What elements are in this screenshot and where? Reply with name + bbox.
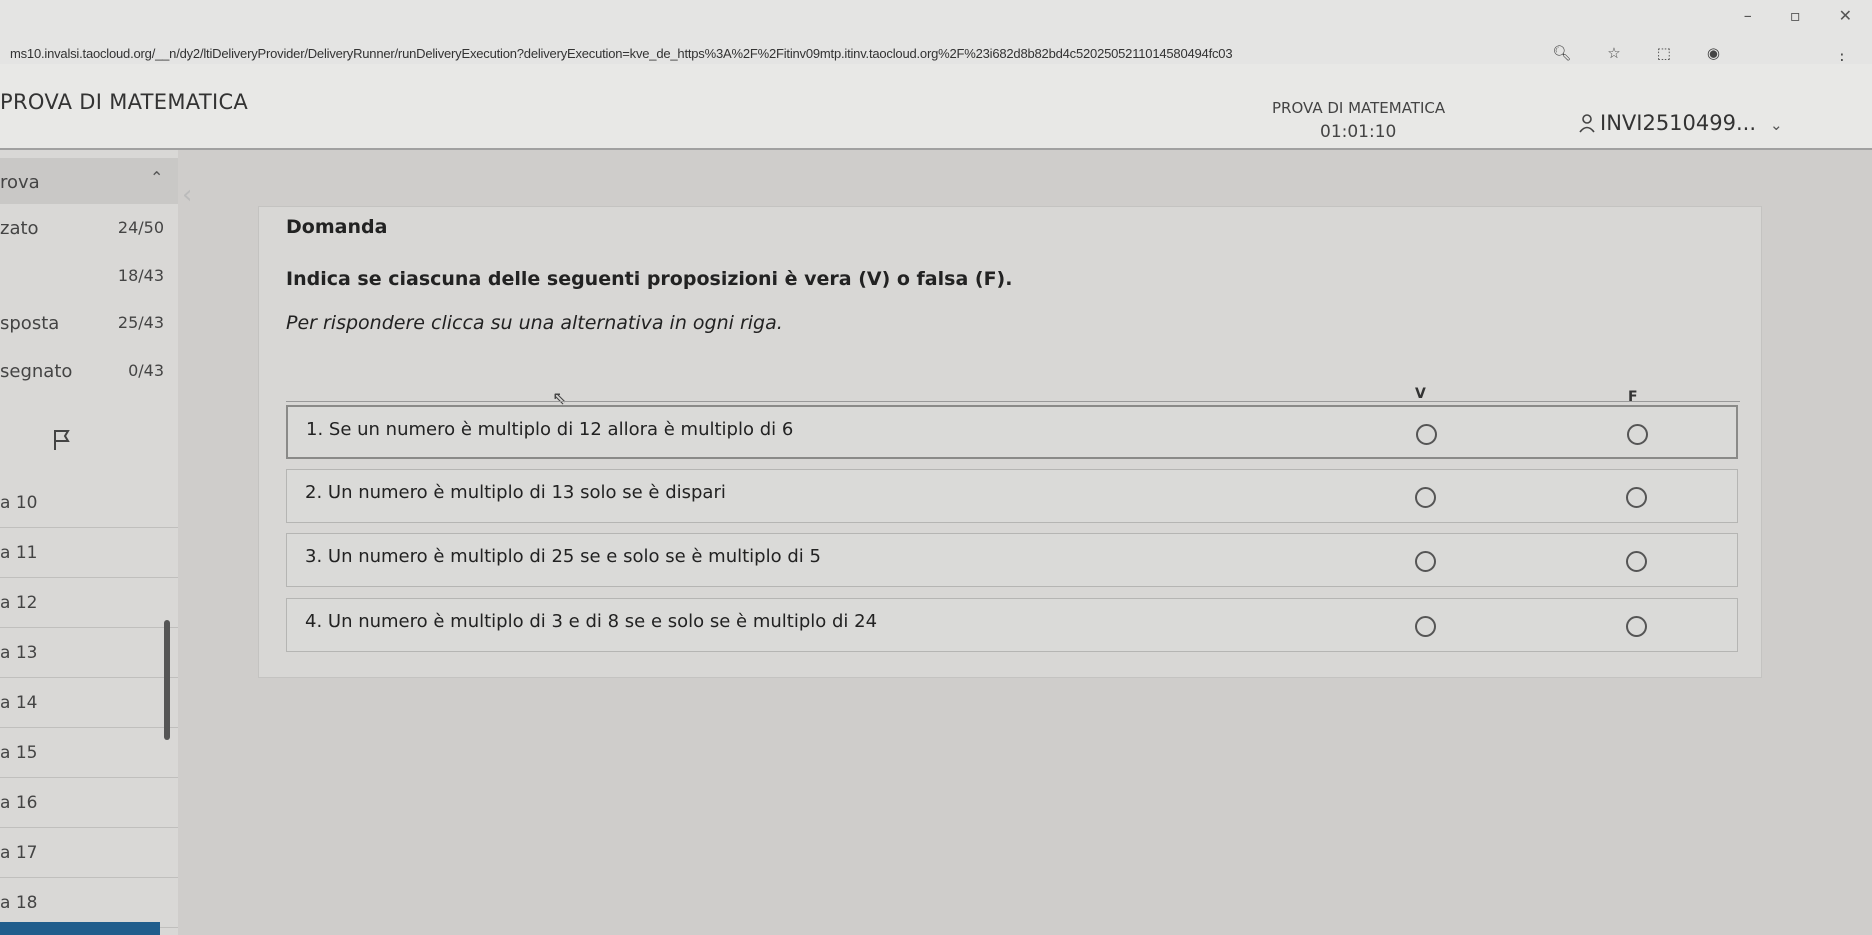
stat-value: 25/43 bbox=[117, 313, 164, 332]
statement-row: 4. Un numero è multiplo di 3 e di 8 se e… bbox=[286, 598, 1738, 652]
statement-row: 1. Se un numero è multiplo di 12 allora … bbox=[286, 405, 1738, 459]
stat-row: 18/43 bbox=[0, 266, 178, 306]
sidebar-item-question[interactable]: a 10 bbox=[0, 478, 178, 528]
sidebar-item-label: a 13 bbox=[0, 642, 38, 663]
sidebar-item-question[interactable]: a 13 bbox=[0, 628, 178, 678]
address-bar-icons: 🔍︎ ☆ ⬚ ◉ bbox=[1552, 44, 1720, 62]
zoom-icon[interactable]: 🔍︎ bbox=[1552, 44, 1571, 62]
minimize-icon[interactable]: – bbox=[1744, 6, 1752, 25]
sidebar: rova ⌃ zato 24/50 18/43 sposta 25/43 seg… bbox=[0, 150, 178, 935]
question-heading: Domanda bbox=[286, 216, 388, 238]
radio-false[interactable] bbox=[1626, 551, 1647, 572]
window-controls: – ▫ ✕ bbox=[1744, 6, 1852, 25]
sidebar-footer-bar bbox=[0, 922, 160, 935]
sidebar-item-question[interactable]: a 14 bbox=[0, 678, 178, 728]
section-title: PROVA DI MATEMATICA bbox=[1272, 99, 1446, 117]
radio-true[interactable] bbox=[1415, 616, 1436, 637]
question-instruction: Per rispondere clicca su una alternativa… bbox=[286, 312, 783, 334]
profile-icon[interactable]: ◉ bbox=[1707, 44, 1720, 62]
sidebar-item-label: a 16 bbox=[0, 792, 38, 813]
column-header-true: V bbox=[1415, 386, 1426, 402]
restore-icon[interactable]: ▫ bbox=[1790, 6, 1801, 25]
stat-value: 24/50 bbox=[117, 218, 164, 237]
stat-row: segnato 0/43 bbox=[0, 361, 178, 401]
bookmark-star-icon[interactable]: ☆ bbox=[1607, 44, 1620, 62]
sidebar-section-header[interactable]: rova ⌃ bbox=[0, 158, 178, 204]
chevron-down-icon[interactable]: ⌄ bbox=[1770, 116, 1783, 134]
stat-label: zato bbox=[0, 218, 39, 239]
statement-text: 3. Un numero è multiplo di 25 se e solo … bbox=[305, 546, 821, 567]
sidebar-item-label: a 10 bbox=[0, 492, 38, 513]
stat-value: 0/43 bbox=[128, 361, 164, 380]
statement-text: 2. Un numero è multiplo di 13 solo se è … bbox=[305, 482, 726, 503]
statement-row: 2. Un numero è multiplo di 13 solo se è … bbox=[286, 469, 1738, 523]
close-icon[interactable]: ✕ bbox=[1839, 6, 1852, 25]
sidebar-item-label: a 15 bbox=[0, 742, 38, 763]
column-header-false: F bbox=[1628, 389, 1638, 405]
sidebar-item-label: a 17 bbox=[0, 842, 38, 863]
sidebar-item-question[interactable]: a 16 bbox=[0, 778, 178, 828]
statement-text: 4. Un numero è multiplo di 3 e di 8 se e… bbox=[305, 611, 878, 632]
url-text[interactable]: ms10.invalsi.taocloud.org/__n/dy2/ltiDel… bbox=[10, 46, 1233, 61]
sidebar-section-title: rova bbox=[0, 172, 40, 193]
user-id: INVI2510499... bbox=[1600, 111, 1757, 135]
stat-label: sposta bbox=[0, 313, 60, 334]
sidebar-item-label: a 12 bbox=[0, 592, 38, 613]
sidebar-item-question[interactable]: a 18 bbox=[0, 878, 178, 928]
sidebar-item-question[interactable]: a 11 bbox=[0, 528, 178, 578]
radio-true[interactable] bbox=[1416, 424, 1437, 445]
statement-row: 3. Un numero è multiplo di 25 se e solo … bbox=[286, 533, 1738, 587]
sidebar-item-label: a 14 bbox=[0, 692, 38, 713]
address-bar[interactable]: ms10.invalsi.taocloud.org/__n/dy2/ltiDel… bbox=[0, 38, 1800, 62]
timer: 01:01:10 bbox=[1320, 122, 1397, 142]
statement-text: 1. Se un numero è multiplo di 12 allora … bbox=[306, 419, 794, 440]
question-list: a 10 a 11 a 12 a 13 a 14 a 15 a 16 a 17 … bbox=[0, 478, 178, 928]
stat-label: segnato bbox=[0, 361, 73, 382]
sidebar-item-question[interactable]: a 15 bbox=[0, 728, 178, 778]
radio-false[interactable] bbox=[1626, 616, 1647, 637]
chevron-up-icon[interactable]: ⌃ bbox=[150, 168, 163, 187]
user-menu[interactable]: INVI2510499... bbox=[1578, 111, 1756, 135]
radio-false[interactable] bbox=[1626, 487, 1647, 508]
sidebar-item-label: a 11 bbox=[0, 542, 38, 563]
radio-true[interactable] bbox=[1415, 487, 1436, 508]
browser-toolbar: – ▫ ✕ ms10.invalsi.taocloud.org/__n/dy2/… bbox=[0, 0, 1872, 69]
sidebar-item-label: a 18 bbox=[0, 892, 38, 913]
sidebar-scrollbar[interactable] bbox=[164, 620, 170, 740]
radio-true[interactable] bbox=[1415, 551, 1436, 572]
divider bbox=[286, 401, 1740, 402]
stat-row: sposta 25/43 bbox=[0, 313, 178, 353]
extensions-icon[interactable]: ⬚ bbox=[1657, 44, 1671, 62]
test-title: PROVA DI MATEMATICA bbox=[0, 90, 249, 114]
app-header: PROVA DI MATEMATICA PROVA DI MATEMATICA … bbox=[0, 64, 1872, 150]
question-prompt: Indica se ciascuna delle seguenti propos… bbox=[286, 268, 1013, 290]
sidebar-item-question[interactable]: a 17 bbox=[0, 828, 178, 878]
stat-row: zato 24/50 bbox=[0, 218, 178, 258]
sidebar-item-question[interactable]: a 12 bbox=[0, 578, 178, 628]
radio-false[interactable] bbox=[1627, 424, 1648, 445]
chevron-left-icon[interactable]: ‹ bbox=[182, 180, 192, 210]
user-icon bbox=[1579, 114, 1595, 133]
flag-icon[interactable] bbox=[50, 428, 74, 452]
stat-value: 18/43 bbox=[117, 266, 164, 285]
